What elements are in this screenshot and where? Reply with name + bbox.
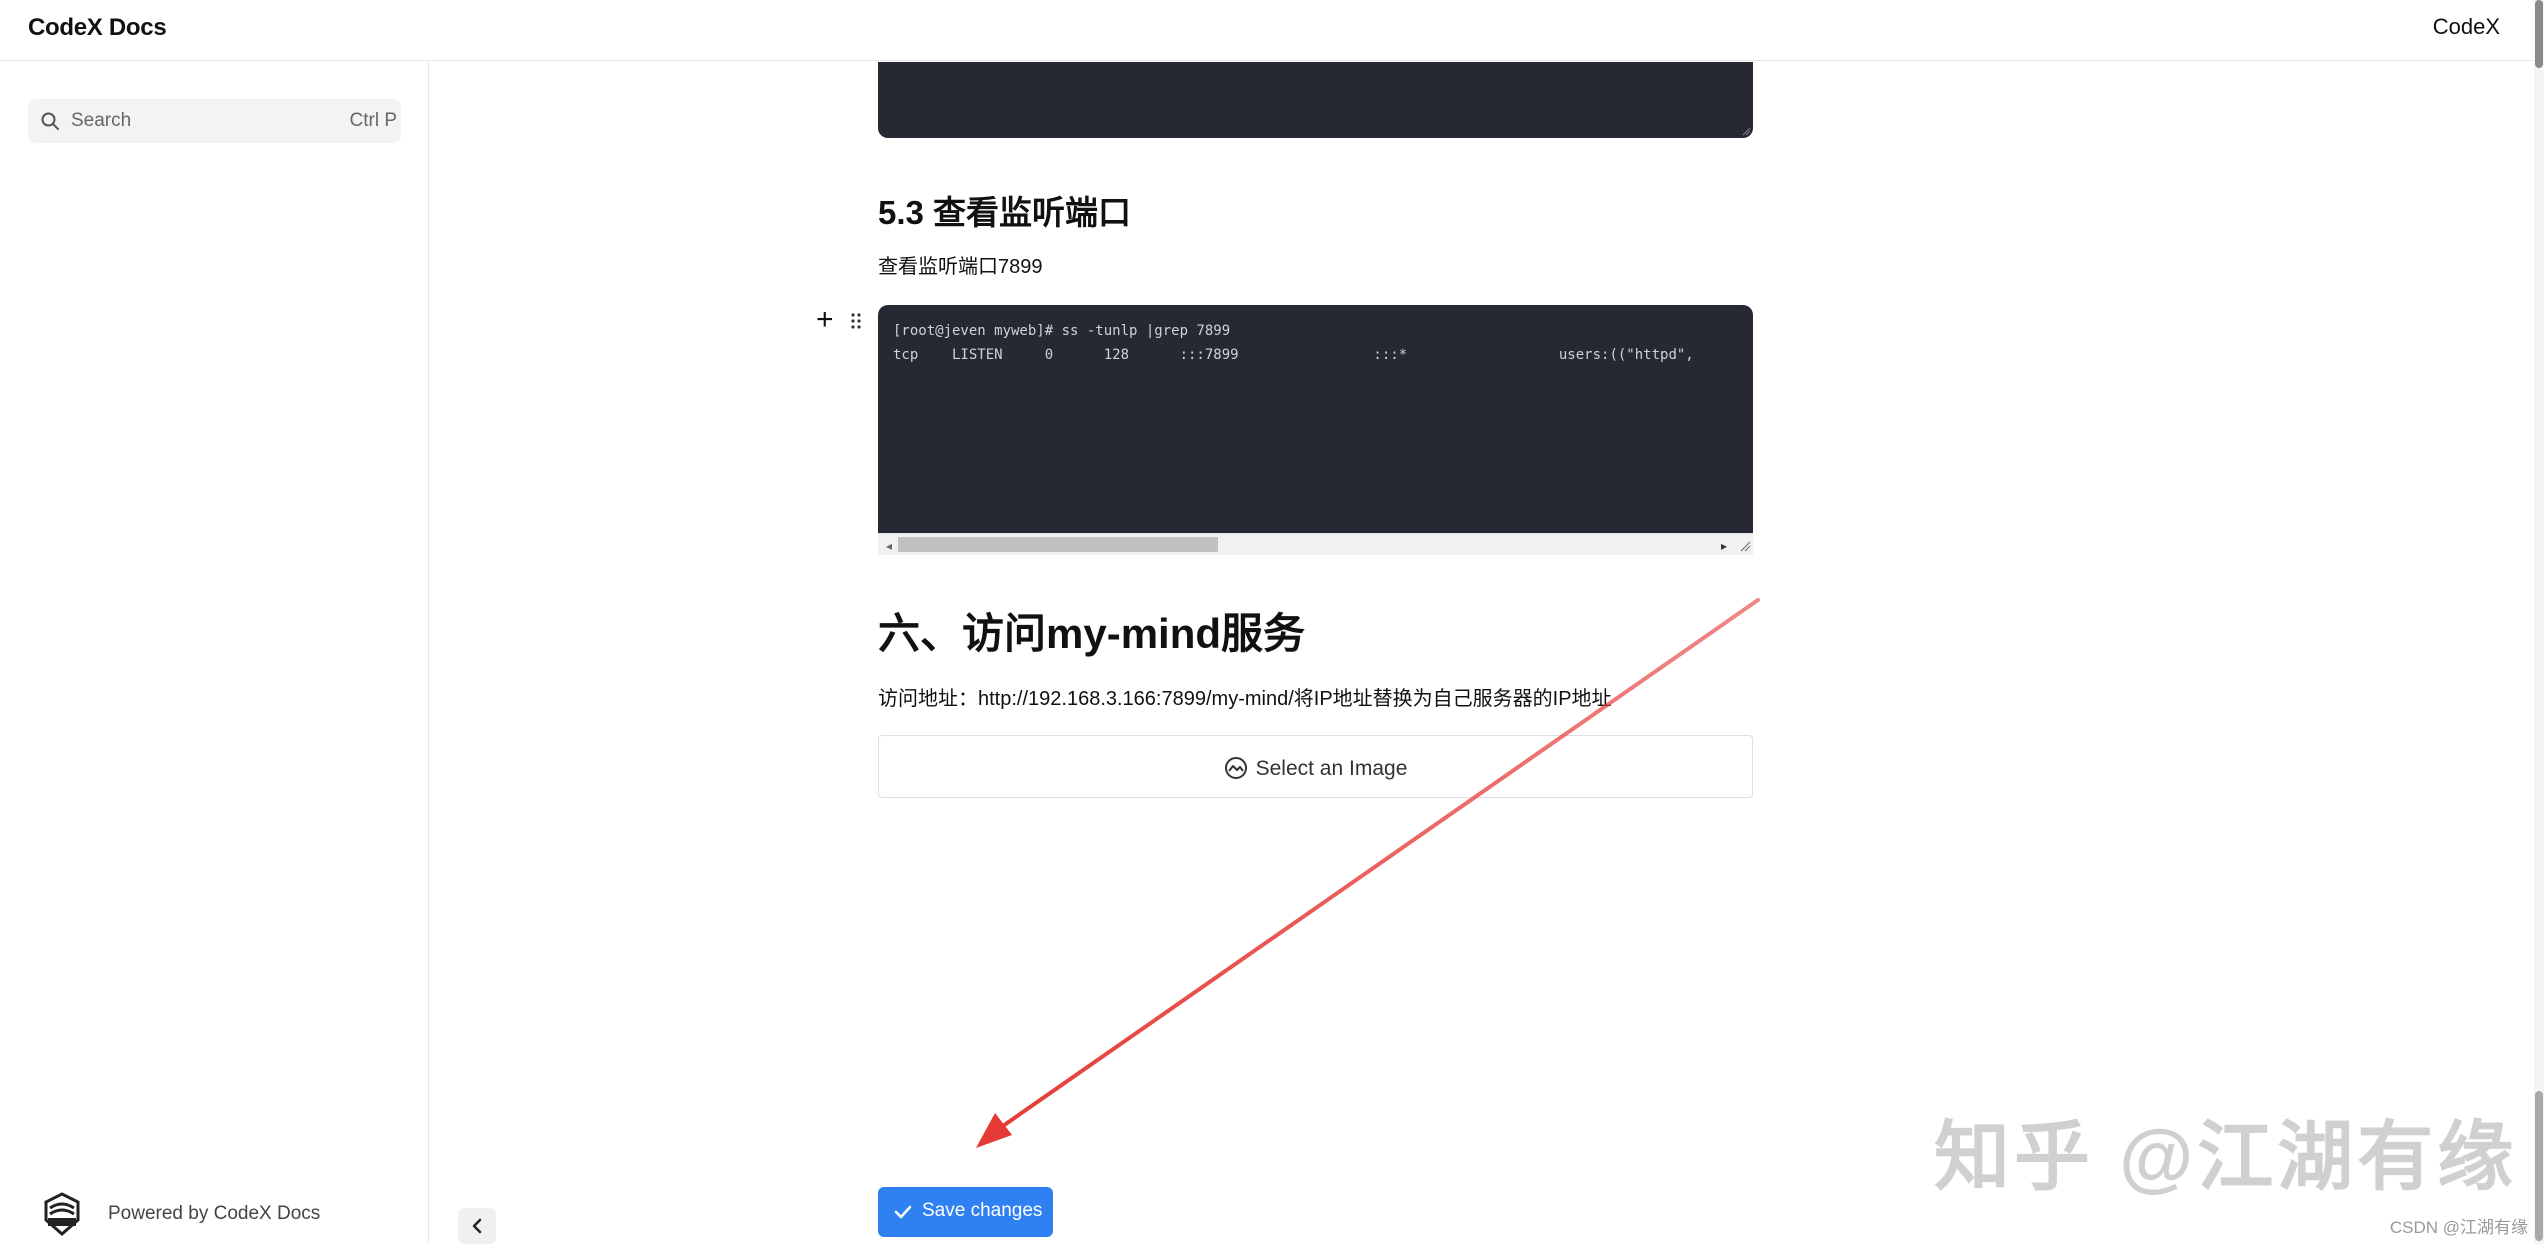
section-5-3-heading: 5.3 查看监听端口 bbox=[878, 194, 1132, 231]
csdn-watermark: CSDN @江湖有缘 bbox=[2389, 1218, 2528, 1237]
codex-logo-icon bbox=[44, 1192, 80, 1236]
brand-logo-text[interactable]: CodeX Docs bbox=[28, 14, 167, 42]
select-image-label: Select an Image bbox=[1255, 757, 1408, 780]
header-codex-link[interactable]: CodeX bbox=[2433, 14, 2500, 40]
save-changes-button[interactable]: Save changes bbox=[878, 1187, 1053, 1237]
address-label: 访问地址： bbox=[878, 688, 978, 710]
top-header: CodeX Docs CodeX bbox=[0, 0, 2544, 61]
search-placeholder: Search bbox=[71, 110, 132, 131]
resize-grip-icon[interactable] bbox=[1739, 540, 1751, 552]
section-6-text: 访问地址：http://192.168.3.166:7899/my-mind/将… bbox=[878, 682, 1612, 711]
select-image-button[interactable]: Select an Image bbox=[878, 735, 1753, 798]
search-shortcut: Ctrl P bbox=[349, 110, 398, 131]
section-5-3-text: 查看监听端口7899 bbox=[878, 256, 1043, 278]
image-icon bbox=[1224, 757, 1247, 779]
code-line: tcp LISTEN 0 128 :::7899 :::* users:(("h… bbox=[893, 347, 1694, 363]
code-line: [root@jeven myweb]# ss -tunlp |grep 7899 bbox=[893, 323, 1231, 339]
select-image-content: Select an Image bbox=[879, 756, 1752, 781]
scroll-left-icon[interactable]: ◂ bbox=[886, 539, 892, 553]
code-horizontal-scrollbar[interactable]: ◂ ▸ bbox=[878, 533, 1753, 555]
powered-by-label: Powered by CodeX Docs bbox=[108, 1203, 321, 1224]
search-icon bbox=[41, 112, 59, 130]
page-vertical-scrollbar[interactable] bbox=[2534, 0, 2544, 1244]
scrollbar-top-segment[interactable] bbox=[2535, 0, 2543, 68]
sidebar: Search Ctrl P Powered by CodeX Docs bbox=[0, 62, 429, 1244]
scrollbar-thumb[interactable] bbox=[2535, 1091, 2543, 1241]
collapse-sidebar-button[interactable] bbox=[458, 1208, 496, 1244]
save-changes-label: Save changes bbox=[922, 1200, 1043, 1221]
address-value[interactable]: http://192.168.3.166:7899/my-mind/将IP地址替… bbox=[978, 688, 1612, 710]
scrollbar-thumb[interactable] bbox=[898, 537, 1218, 552]
section-6-heading: 六、访问my-mind服务 bbox=[878, 610, 1306, 657]
plus-icon[interactable]: + bbox=[816, 305, 836, 335]
code-block[interactable]: [root@jeven myweb]# ss -tunlp |grep 7899… bbox=[878, 305, 1753, 555]
code-content[interactable]: [root@jeven myweb]# ss -tunlp |grep 7899… bbox=[893, 319, 1694, 367]
zhihu-watermark: 知乎 @江湖有缘 bbox=[1934, 1115, 2518, 1200]
drag-handle-icon[interactable] bbox=[850, 312, 862, 330]
search-input[interactable]: Search Ctrl P bbox=[28, 99, 401, 143]
code-block-previous[interactable] bbox=[878, 62, 1753, 138]
check-icon bbox=[894, 1205, 912, 1219]
chevron-left-icon bbox=[472, 1218, 482, 1234]
scroll-right-icon[interactable]: ▸ bbox=[1721, 539, 1727, 553]
resize-grip-icon[interactable] bbox=[1741, 126, 1751, 136]
